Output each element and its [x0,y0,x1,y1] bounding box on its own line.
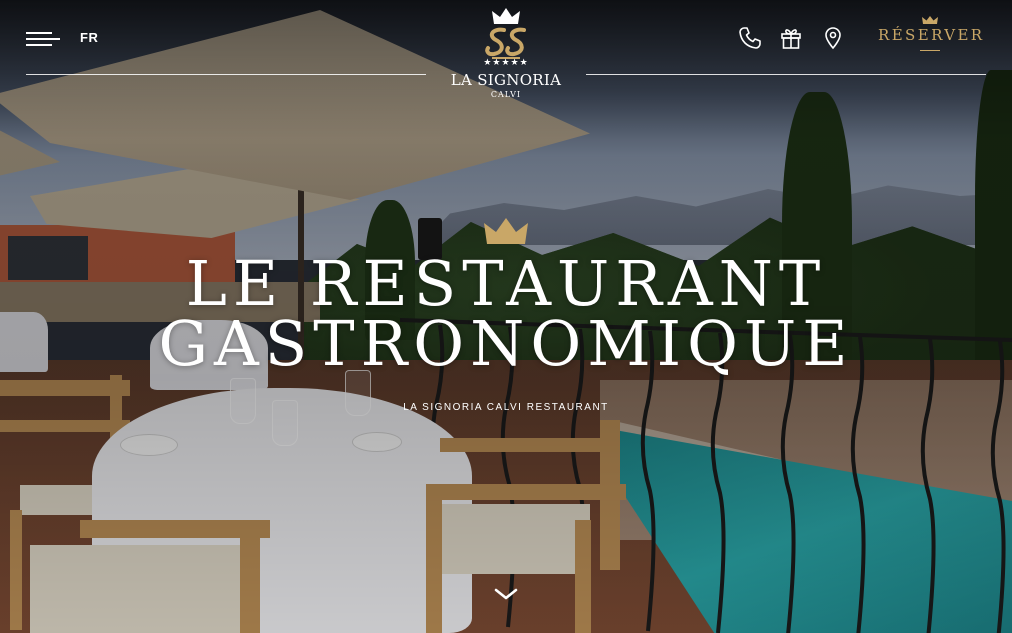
hero-subtitle: LA SIGNORIA CALVI RESTAURANT [403,402,609,413]
crown-icon [922,16,938,24]
site-header: FR ★★★★★ LA SIGNORIA CALVI RÉSERVER [0,0,1012,110]
hotel-stars: ★★★★★ [483,58,529,68]
reserve-underline [920,50,940,51]
header-divider-right [586,74,986,75]
hero-title: LE RESTAURANT GASTRONOMIQUE [0,247,1012,380]
crown-icon [484,218,528,244]
site-logo[interactable]: ★★★★★ LA SIGNORIA CALVI [450,8,562,112]
header-divider-left [26,74,426,75]
hero-title-line-1: LE RESTAURANT [185,247,827,320]
language-switcher[interactable]: FR [80,30,98,45]
reserve-label: RÉSERVER [878,26,985,44]
crown-icon [492,8,520,24]
monogram-icon [485,27,526,59]
gift-icon[interactable] [779,26,803,50]
hero-title-line-2: GASTRONOMIQUE [158,307,854,380]
phone-icon[interactable] [738,26,762,50]
map-pin-icon[interactable] [821,26,845,50]
hamburger-menu-icon[interactable] [26,30,60,48]
chevron-down-icon[interactable] [494,586,518,602]
reserve-button[interactable]: RÉSERVER [878,16,982,51]
logo-name: LA SIGNORIA [450,71,562,89]
logo-city: CALVI [490,90,522,99]
